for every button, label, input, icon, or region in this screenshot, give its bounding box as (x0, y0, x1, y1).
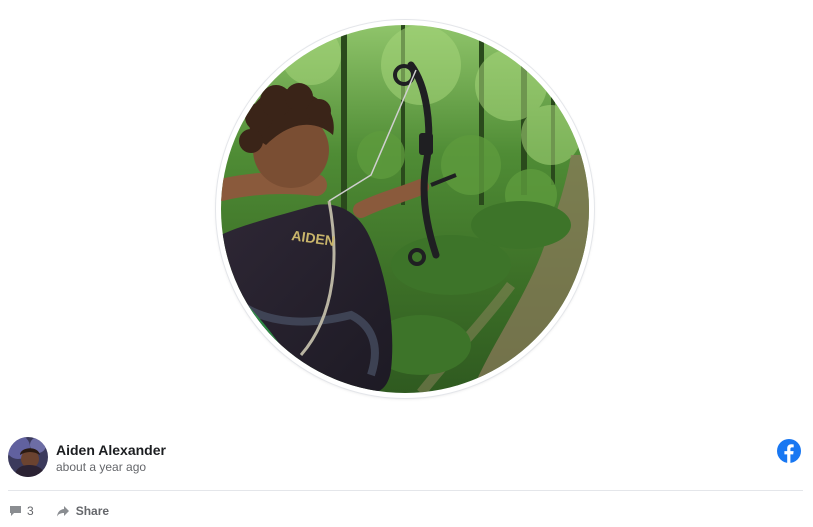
share-arrow-icon (56, 505, 70, 517)
avatar-image (8, 437, 48, 477)
author-name[interactable]: Aiden Alexander (56, 442, 166, 458)
comment-icon (9, 505, 22, 517)
post-divider (8, 490, 803, 491)
social-post-card: AIDEN Aiden Alexander about a year ago 3… (0, 0, 813, 527)
post-photo[interactable]: AIDEN (221, 25, 589, 393)
archery-photo-illustration: AIDEN (221, 25, 589, 393)
share-label: Share (75, 504, 110, 518)
share-button[interactable]: Share (56, 504, 109, 518)
post-photo-frame[interactable]: AIDEN (216, 20, 594, 398)
comments-button[interactable]: 3 (9, 504, 34, 518)
post-timestamp[interactable]: about a year ago (56, 460, 146, 474)
author-avatar[interactable] (8, 437, 48, 477)
comment-count: 3 (27, 504, 34, 518)
facebook-icon[interactable] (777, 439, 801, 463)
post-author-row: Aiden Alexander about a year ago (8, 437, 805, 479)
post-actions: 3 Share (9, 503, 109, 519)
